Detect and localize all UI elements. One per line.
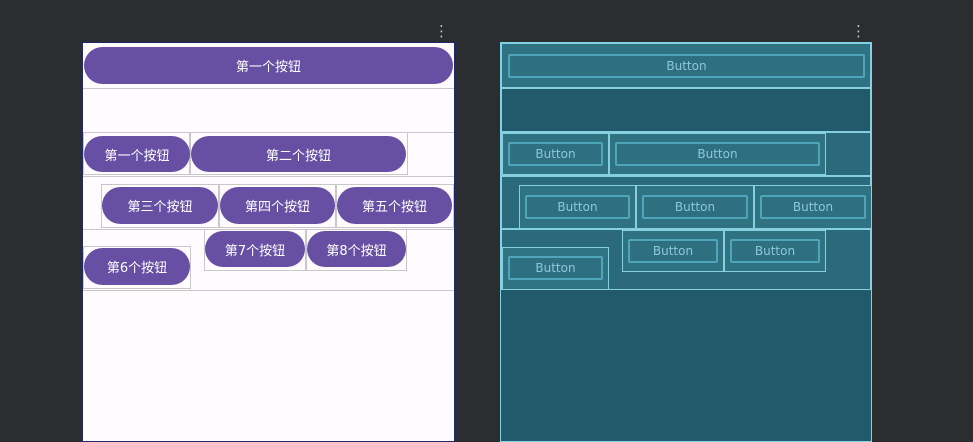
design-row-3: 第一个按钮 第二个按钮 [83, 132, 454, 177]
design-preview: 第一个按钮 第一个按钮 第二个按钮 第三个按钮 第四个按钮 第五个按钮 第6个按… [82, 42, 455, 442]
design-row-2-empty [83, 88, 454, 133]
design-row3-button-1[interactable]: 第一个按钮 [84, 136, 190, 172]
blueprint-button[interactable]: Button [615, 142, 820, 166]
blueprint-row-4: Button Button Button [501, 176, 871, 229]
blueprint-button[interactable]: Button [508, 256, 603, 280]
design-row4-button-2[interactable]: 第四个按钮 [220, 187, 335, 224]
blueprint-button[interactable]: Button [508, 142, 603, 166]
blueprint-empty-area [501, 290, 871, 441]
blueprint-row-5: Button Button Button [501, 229, 871, 290]
blueprint-button[interactable]: Button [730, 239, 820, 263]
design-row-5: 第6个按钮 第7个按钮 第8个按钮 [83, 229, 454, 291]
blueprint-row-3: Button Button [501, 132, 871, 176]
blueprint-button[interactable]: Button [760, 195, 866, 219]
blueprint-button[interactable]: Button [628, 239, 718, 263]
blueprint-button[interactable]: Button [525, 195, 630, 219]
blueprint-button[interactable]: Button [508, 54, 865, 78]
design-row-1: 第一个按钮 [83, 43, 454, 89]
design-row-4: 第三个按钮 第四个按钮 第五个按钮 [83, 176, 454, 230]
blueprint-preview: Button Button Button Button Button Butto… [500, 42, 872, 442]
design-row4-button-1[interactable]: 第三个按钮 [102, 187, 218, 224]
blueprint-row-2 [501, 88, 871, 132]
design-button-1[interactable]: 第一个按钮 [84, 47, 453, 84]
design-row5-button-1[interactable]: 第6个按钮 [84, 248, 190, 285]
blueprint-button[interactable]: Button [642, 195, 748, 219]
blueprint-row-1: Button [501, 43, 871, 88]
blueprint-overflow-menu-icon[interactable]: ⋮ [851, 24, 866, 40]
design-row4-button-3[interactable]: 第五个按钮 [337, 187, 452, 224]
design-overflow-menu-icon[interactable]: ⋮ [434, 24, 449, 40]
design-row5-button-2[interactable]: 第7个按钮 [205, 231, 305, 267]
design-row3-button-2[interactable]: 第二个按钮 [191, 136, 406, 172]
design-row5-button-3[interactable]: 第8个按钮 [307, 231, 406, 267]
